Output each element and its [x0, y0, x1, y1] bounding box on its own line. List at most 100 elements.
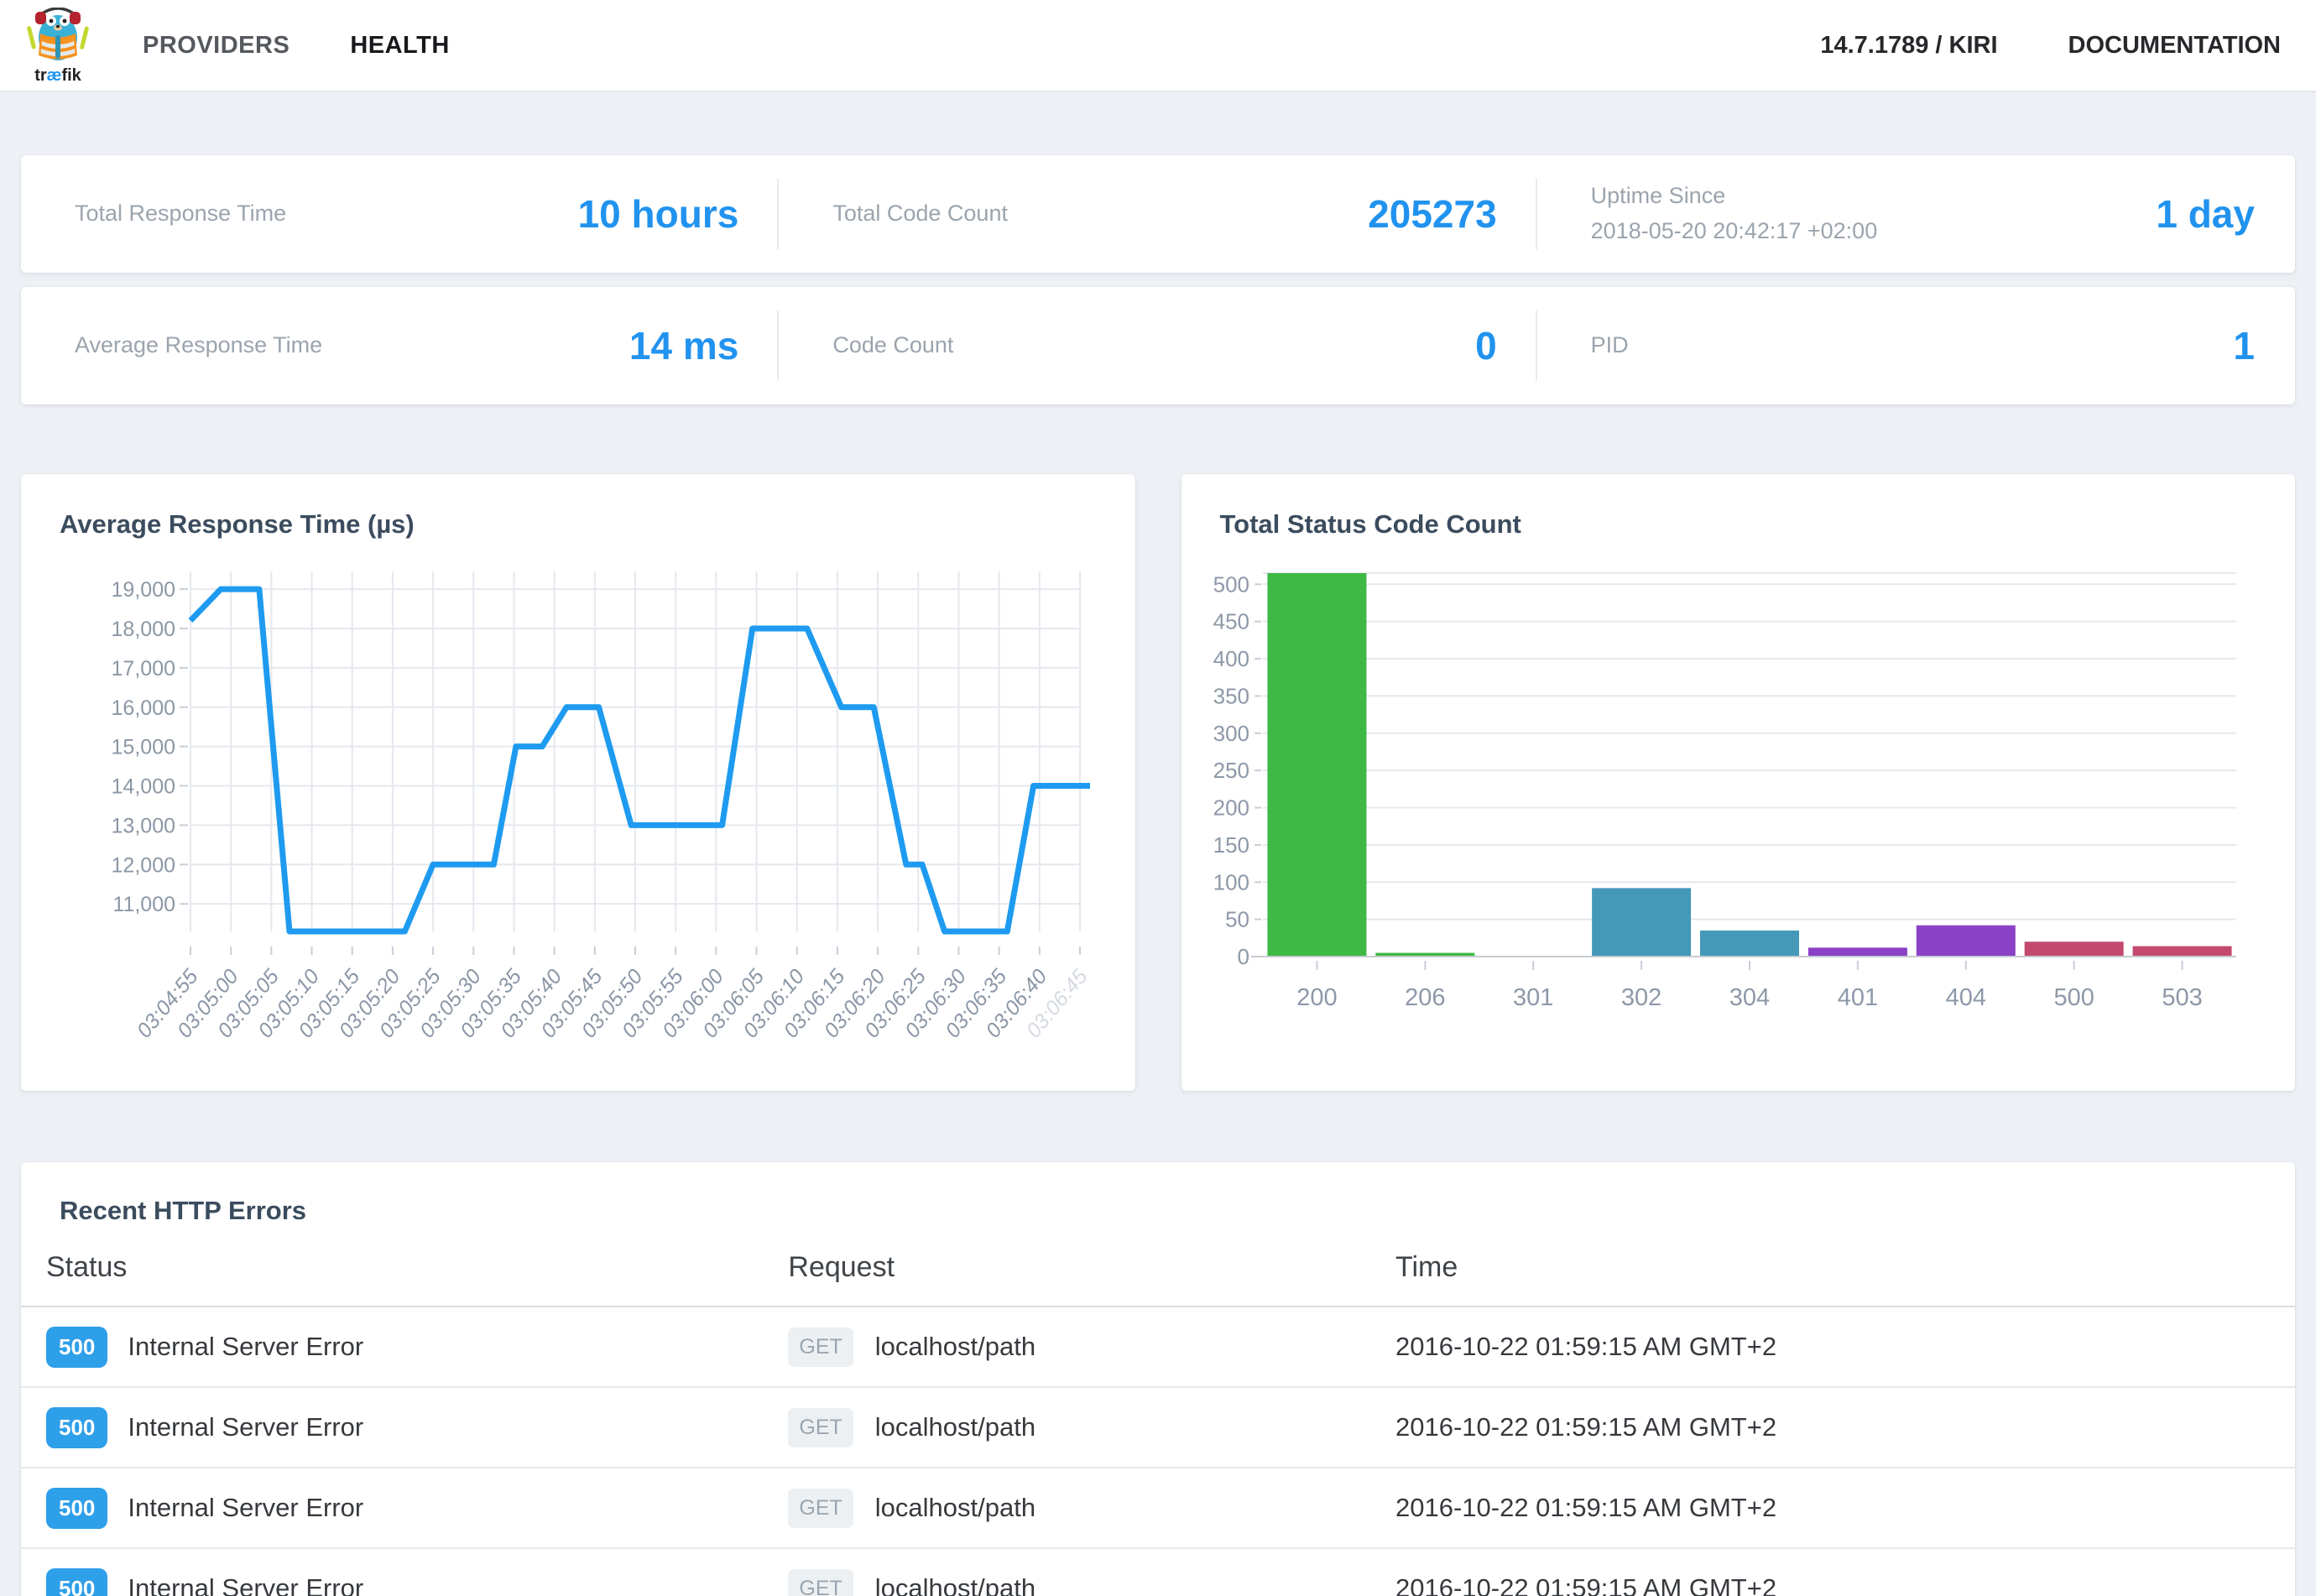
stat-value: 10 hours: [578, 191, 739, 237]
traefik-logo[interactable]: træfik: [22, 8, 94, 84]
error-rows: 500 Internal Server Error GET localhost/…: [21, 1307, 2295, 1596]
averages-stat-card: Average Response Time 14 ms Code Count 0…: [21, 287, 2295, 404]
request-path: localhost/path: [875, 1412, 1035, 1442]
uptime-stat: Uptime Since 2018-05-20 20:42:17 +02:00 …: [1537, 155, 2295, 273]
svg-text:503: 503: [2162, 984, 2202, 1011]
error-time: 2016-10-22 01:59:15 AM GMT+2: [1395, 1493, 2295, 1523]
status-cell: 500 Internal Server Error: [46, 1327, 788, 1368]
error-table-row: 500 Internal Server Error GET localhost/…: [21, 1549, 2295, 1596]
uptime-since-date: 2018-05-20 20:42:17 +02:00: [1591, 214, 1878, 249]
svg-text:206: 206: [1405, 984, 1445, 1011]
total-code-count-stat: Total Code Count 205273: [779, 155, 1536, 273]
svg-text:200: 200: [1296, 984, 1337, 1011]
nav-item-health[interactable]: HEALTH: [350, 32, 449, 60]
status-code-chart: 0 50 100 150 200 250 300 350 400 450 500 200 206 301 3…: [1192, 550, 2274, 1078]
request-path: localhost/path: [875, 1493, 1035, 1523]
request-cell: GET localhost/path: [788, 1569, 1395, 1596]
svg-text:11,000: 11,000: [112, 893, 175, 916]
uptime-since-label: Uptime Since: [1591, 179, 1878, 214]
status-cell: 500 Internal Server Error: [46, 1568, 788, 1596]
error-time: 2016-10-22 01:59:15 AM GMT+2: [1395, 1332, 2295, 1362]
recent-http-errors-card: Recent HTTP Errors Status Request Time 5…: [21, 1162, 2295, 1596]
error-table-row: 500 Internal Server Error GET localhost/…: [21, 1307, 2295, 1388]
error-time: 2016-10-22 01:59:15 AM GMT+2: [1395, 1573, 2295, 1596]
svg-text:450: 450: [1213, 609, 1249, 634]
column-header-time: Time: [1395, 1251, 2295, 1284]
svg-text:404: 404: [1945, 984, 1985, 1011]
request-cell: GET localhost/path: [788, 1408, 1395, 1447]
nav-item-documentation[interactable]: DOCUMENTATION: [2068, 32, 2281, 60]
svg-text:50: 50: [1225, 907, 1249, 932]
column-header-status: Status: [46, 1251, 788, 1284]
stat-label: Total Response Time: [75, 196, 286, 232]
nav-item-providers[interactable]: PROVIDERS: [143, 32, 290, 60]
bar-chart-title: Total Status Code Count: [1181, 474, 2296, 540]
svg-text:350: 350: [1213, 683, 1249, 708]
stat-label: PID: [1591, 328, 1629, 363]
svg-text:17,000: 17,000: [112, 657, 175, 681]
method-chip: GET: [788, 1569, 853, 1596]
stat-value: 1 day: [2156, 191, 2255, 237]
line-chart-title: Average Response Time (µs): [21, 474, 1135, 540]
totals-stat-card: Total Response Time 10 hours Total Code …: [21, 155, 2295, 273]
stat-value: 14 ms: [629, 323, 738, 368]
svg-text:15,000: 15,000: [112, 736, 175, 759]
status-text: Internal Server Error: [128, 1332, 363, 1362]
status-code-badge: 500: [46, 1407, 107, 1448]
stat-label: Total Code Count: [832, 196, 1008, 232]
errors-table-title: Recent HTTP Errors: [21, 1162, 2295, 1226]
method-chip: GET: [788, 1408, 853, 1447]
method-chip: GET: [788, 1327, 853, 1367]
status-text: Internal Server Error: [128, 1493, 363, 1523]
request-path: localhost/path: [875, 1332, 1035, 1362]
svg-text:18,000: 18,000: [112, 618, 175, 641]
traefik-gopher-icon: [26, 8, 90, 65]
pid-stat: PID 1: [1537, 287, 2295, 404]
status-code-badge: 500: [46, 1327, 107, 1368]
request-path: localhost/path: [875, 1573, 1035, 1596]
svg-text:401: 401: [1837, 984, 1877, 1011]
error-time: 2016-10-22 01:59:15 AM GMT+2: [1395, 1412, 2295, 1442]
stat-label: Average Response Time: [75, 328, 322, 363]
code-count-stat: Code Count 0: [779, 287, 1536, 404]
method-chip: GET: [788, 1489, 853, 1528]
status-code-badge: 500: [46, 1488, 107, 1529]
stat-label: Code Count: [832, 328, 953, 363]
traefik-wordmark: træfik: [34, 67, 81, 84]
svg-text:13,000: 13,000: [112, 814, 175, 837]
error-table-row: 500 Internal Server Error GET localhost/…: [21, 1388, 2295, 1468]
total-response-time-stat: Total Response Time 10 hours: [21, 155, 779, 273]
svg-text:100: 100: [1213, 869, 1249, 894]
svg-text:250: 250: [1213, 758, 1249, 783]
stat-value: 0: [1475, 323, 1497, 368]
status-code-chart-card: Total Status Code Count 0 50 100 150 200 250 3…: [1181, 474, 2296, 1091]
svg-text:304: 304: [1729, 984, 1769, 1011]
average-response-time-stat: Average Response Time 14 ms: [21, 287, 779, 404]
svg-text:12,000: 12,000: [112, 853, 175, 877]
svg-text:301: 301: [1513, 984, 1553, 1011]
version-label: 14.7.1789 / KIRI: [1820, 32, 1997, 60]
request-cell: GET localhost/path: [788, 1489, 1395, 1528]
svg-text:150: 150: [1213, 832, 1249, 858]
svg-text:302: 302: [1620, 984, 1661, 1011]
svg-text:300: 300: [1213, 721, 1249, 746]
svg-text:500: 500: [1213, 571, 1249, 597]
column-header-request: Request: [788, 1251, 1395, 1284]
svg-text:0: 0: [1237, 944, 1249, 969]
svg-text:14,000: 14,000: [112, 775, 175, 799]
status-cell: 500 Internal Server Error: [46, 1488, 788, 1529]
stat-label: Uptime Since 2018-05-20 20:42:17 +02:00: [1591, 179, 1878, 249]
avg-response-chart: 11,00012,00013,00014,00015,00016,00017,0…: [31, 550, 1114, 1078]
top-nav: træfik PROVIDERS HEALTH 14.7.1789 / KIRI…: [0, 0, 2316, 92]
errors-table-header: Status Request Time: [21, 1226, 2295, 1307]
status-text: Internal Server Error: [128, 1412, 363, 1442]
status-cell: 500 Internal Server Error: [46, 1407, 788, 1448]
status-code-badge: 500: [46, 1568, 107, 1596]
avg-response-time-chart-card: Average Response Time (µs) 11,000 12,000 1…: [21, 474, 1135, 1091]
svg-text:200: 200: [1213, 795, 1249, 821]
svg-text:19,000: 19,000: [112, 578, 175, 602]
stat-value: 205273: [1368, 191, 1497, 237]
svg-text:400: 400: [1213, 646, 1249, 671]
status-text: Internal Server Error: [128, 1573, 363, 1596]
svg-text:500: 500: [2053, 984, 2094, 1011]
